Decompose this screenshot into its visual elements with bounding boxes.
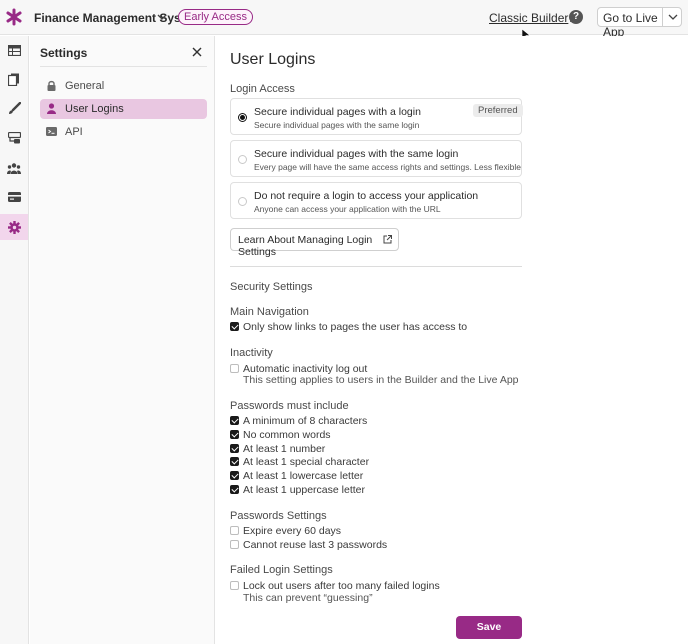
card-icon xyxy=(7,192,21,202)
login-option-card[interactable]: Secure individual pages with a login Sec… xyxy=(230,98,523,135)
person-icon xyxy=(47,103,56,114)
sidebar-item-general[interactable]: General xyxy=(40,76,207,96)
login-option-card[interactable]: Do not require a login to access your ap… xyxy=(230,182,522,219)
sidebar-item-label: API xyxy=(65,126,83,138)
inactivity-heading: Inactivity xyxy=(230,347,273,359)
flow-icon xyxy=(7,132,21,144)
help-icon[interactable]: ? xyxy=(569,10,583,24)
login-option-subtitle: Every page will have the same access rig… xyxy=(254,162,521,172)
learn-login-settings-button[interactable]: Learn About Managing Login Settings xyxy=(230,228,399,258)
pages-icon xyxy=(8,73,19,86)
panel-divider xyxy=(40,66,207,67)
radio-button[interactable] xyxy=(238,155,247,164)
checkbox-label: At least 1 number xyxy=(243,443,326,455)
radio-button[interactable] xyxy=(238,113,247,122)
sidebar-item-label: General xyxy=(65,80,105,92)
chevron-down-icon[interactable] xyxy=(156,11,168,23)
save-settings-button[interactable]: Save Settings xyxy=(456,616,522,639)
login-option-title: Do not require a login to access your ap… xyxy=(254,190,479,202)
checkbox-label: Lock out users after too many failed log… xyxy=(243,580,440,592)
chevron-down-icon[interactable] xyxy=(667,11,679,23)
section-divider xyxy=(230,266,522,267)
checkbox-description: This setting applies to users in the Bui… xyxy=(243,374,519,386)
checkbox[interactable] xyxy=(230,581,239,590)
password-settings-heading: Passwords Settings xyxy=(230,510,327,522)
learn-button-label: Learn About Managing Login Settings xyxy=(238,234,373,258)
close-icon[interactable] xyxy=(191,46,203,58)
login-access-heading: Login Access xyxy=(230,83,295,95)
checkbox-label: Cannot reuse last 3 passwords xyxy=(243,539,388,551)
app-name[interactable]: Finance Management System xyxy=(34,11,202,25)
login-option-title: Secure individual pages with the same lo… xyxy=(254,148,459,160)
go-to-live-app-button[interactable]: Go to Live App xyxy=(597,7,682,39)
app-logo-icon[interactable] xyxy=(6,8,22,26)
checkbox-label: At least 1 lowercase letter xyxy=(243,470,364,482)
rail-item-pages[interactable] xyxy=(0,66,28,92)
main-navigation-heading: Main Navigation xyxy=(230,306,309,318)
rail-item-design[interactable] xyxy=(0,95,28,121)
checkbox-label: At least 1 uppercase letter xyxy=(243,484,365,496)
checkbox-label: Only show links to pages the user has ac… xyxy=(243,321,468,333)
login-option-subtitle: Anyone can access your application with … xyxy=(254,204,441,214)
checkbox[interactable] xyxy=(230,430,239,439)
sidebar-item-label: User Logins xyxy=(65,103,124,115)
lock-icon xyxy=(47,80,56,91)
external-link-icon xyxy=(383,235,392,244)
checkbox-label: Expire every 60 days xyxy=(243,525,342,537)
icon-rail xyxy=(0,36,29,644)
terminal-icon xyxy=(46,127,57,136)
rail-item-settings[interactable] xyxy=(0,214,28,240)
checkbox-label: No common words xyxy=(243,429,331,441)
table-icon xyxy=(7,44,21,56)
rail-item-users[interactable] xyxy=(0,155,28,181)
button-divider xyxy=(662,8,663,26)
login-option-subtitle: Secure individual pages with the same lo… xyxy=(254,120,420,130)
users-icon xyxy=(7,162,21,174)
checkbox-label: A minimum of 8 characters xyxy=(243,415,368,427)
passwords-include-heading: Passwords must include xyxy=(230,400,349,412)
checkbox[interactable] xyxy=(230,457,239,466)
rail-item-billing[interactable] xyxy=(0,184,28,210)
gear-icon xyxy=(7,220,21,234)
sidebar-item-user-logins[interactable]: User Logins xyxy=(40,99,207,119)
page-title: User Logins xyxy=(230,51,316,68)
classic-builder-label: Classic Builder xyxy=(489,11,569,25)
settings-panel-title: Settings xyxy=(40,46,88,60)
checkbox[interactable] xyxy=(230,322,239,331)
rail-item-flows[interactable] xyxy=(0,125,28,151)
checkbox[interactable] xyxy=(230,444,239,453)
settings-panel: Settings General User Logins API xyxy=(30,36,215,644)
checkbox[interactable] xyxy=(230,416,239,425)
checkbox[interactable] xyxy=(230,364,239,373)
rail-item-records[interactable] xyxy=(0,37,28,63)
checkbox[interactable] xyxy=(230,526,239,535)
top-bar: Finance Management System Early Access C… xyxy=(0,0,688,41)
login-option-card[interactable]: Secure individual pages with the same lo… xyxy=(230,140,522,177)
checkbox[interactable] xyxy=(230,471,239,480)
preferred-badge: Preferred xyxy=(473,104,523,117)
failed-login-heading: Failed Login Settings xyxy=(230,564,333,576)
early-access-badge[interactable]: Early Access xyxy=(178,9,253,25)
security-settings-heading: Security Settings xyxy=(230,281,313,293)
checkbox-label: At least 1 special character xyxy=(243,456,370,468)
radio-button[interactable] xyxy=(238,197,247,206)
login-option-title: Secure individual pages with a login xyxy=(254,106,421,118)
brush-icon xyxy=(8,101,21,114)
checkbox[interactable] xyxy=(230,485,239,494)
classic-builder-link[interactable]: Classic Builder xyxy=(489,11,579,25)
checkbox[interactable] xyxy=(230,540,239,549)
sidebar-item-api[interactable]: API xyxy=(40,122,207,142)
main-content: User Logins Login Access Secure individu… xyxy=(216,36,688,644)
checkbox-description: This can prevent “guessing” xyxy=(243,592,373,604)
